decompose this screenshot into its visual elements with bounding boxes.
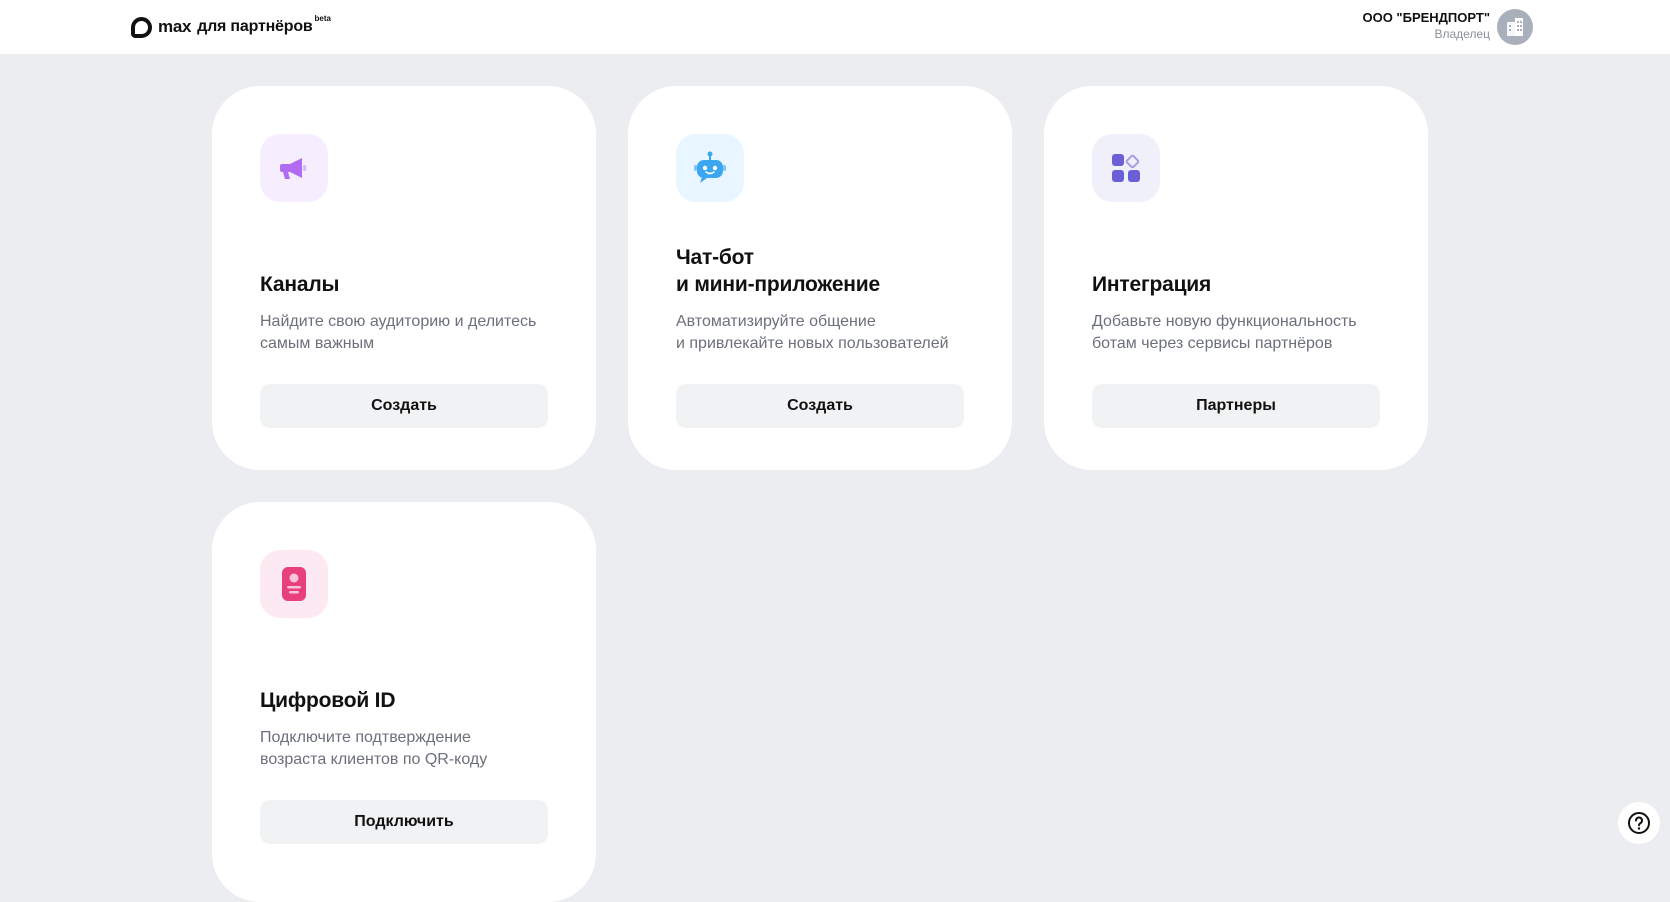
card-description-line: Автоматизируйте общение	[676, 313, 876, 330]
beta-badge: beta	[314, 13, 331, 23]
card-description: Добавьте новую функциональность ботам че…	[1092, 311, 1392, 355]
account-name: ООО "БРЕНДПОРТ"	[1362, 10, 1490, 25]
card-description-line: Подключите подтверждение	[260, 729, 471, 746]
card-title-line: и мини-приложение	[676, 273, 880, 296]
help-icon	[1628, 812, 1650, 834]
logo[interactable]: max для партнёров beta	[131, 13, 331, 38]
apps-grid-icon	[1112, 154, 1140, 182]
top-bar: max для партнёров beta ООО "БРЕНДПОРТ" В…	[0, 0, 1670, 54]
logo-subtitle: для партнёров	[197, 18, 313, 35]
connect-id-button[interactable]: Подключить	[260, 800, 548, 844]
account-info[interactable]: ООО "БРЕНДПОРТ" Владелец	[1362, 10, 1490, 42]
card-description: Подключите подтверждение возраста клиент…	[260, 727, 560, 771]
chatbot-icon	[694, 151, 726, 183]
card-description-line: возраста клиентов по QR-коду	[260, 751, 488, 768]
card-title: Каналы	[260, 273, 340, 296]
card-chatbot: Чат-бот и мини-приложение Автоматизируйт…	[628, 86, 1012, 470]
card-icon-wrap	[260, 550, 328, 618]
partners-button[interactable]: Партнеры	[1092, 384, 1380, 428]
card-description-line: Найдите свою аудиторию и делитесь	[260, 313, 537, 330]
card-digital-id: Цифровой ID Подключите подтверждение воз…	[212, 502, 596, 902]
card-description-line: ботам через сервисы партнёров	[1092, 335, 1333, 352]
building-icon	[1507, 18, 1523, 36]
card-title: Цифровой ID	[260, 689, 396, 712]
card-title: Чат-бот и мини-приложение	[676, 244, 880, 298]
card-channels: Каналы Найдите свою аудиторию и делитесь…	[212, 86, 596, 470]
megaphone-icon	[280, 158, 306, 179]
card-integration: Интеграция Добавьте новую функциональнос…	[1044, 86, 1428, 470]
card-description: Найдите свою аудиторию и делитесь самым …	[260, 311, 560, 355]
card-description: Автоматизируйте общение и привлекайте но…	[676, 311, 976, 355]
create-channel-button[interactable]: Создать	[260, 384, 548, 428]
card-description-line: самым важным	[260, 335, 375, 352]
max-logo-icon	[131, 16, 152, 38]
card-title: Интеграция	[1092, 273, 1212, 296]
card-description-line: Добавьте новую функциональность	[1092, 313, 1357, 330]
account-role: Владелец	[1434, 27, 1490, 41]
card-icon-wrap	[260, 134, 328, 202]
logo-wordmark: max	[158, 17, 192, 36]
create-chatbot-button[interactable]: Создать	[676, 384, 964, 428]
card-description-line: и привлекайте новых пользователей	[676, 335, 949, 352]
avatar[interactable]	[1497, 9, 1533, 45]
help-button[interactable]	[1618, 802, 1660, 844]
card-icon-wrap	[1092, 134, 1160, 202]
card-title-line: Чат-бот	[676, 246, 754, 269]
id-card-icon	[282, 567, 306, 601]
card-icon-wrap	[676, 134, 744, 202]
